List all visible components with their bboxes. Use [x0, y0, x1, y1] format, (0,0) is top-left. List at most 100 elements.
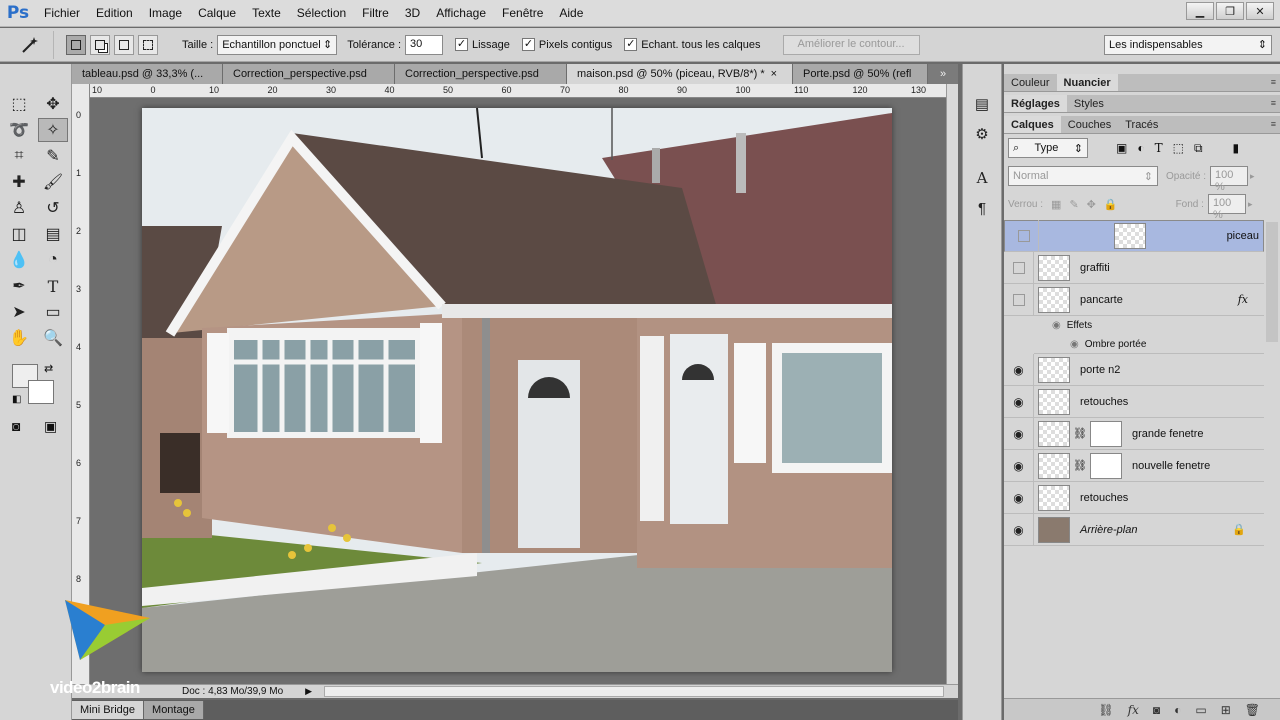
tolerance-input[interactable]: 30 — [405, 34, 443, 55]
layer-row[interactable]: ◉ retouches — [1004, 481, 1264, 514]
shape-tool-icon[interactable]: ▭ — [38, 300, 68, 324]
panel-menu-icon[interactable]: ≡ — [1271, 77, 1276, 87]
new-adjustment-icon[interactable]: ◐ — [1174, 703, 1181, 717]
adjustment-filter-icon[interactable]: ◐ — [1137, 141, 1144, 155]
marquee-tool-icon[interactable]: ⬚ — [4, 92, 34, 116]
history-panel-icon[interactable]: ▤ — [967, 92, 997, 116]
eyedropper-tool-icon[interactable]: ✎ — [38, 144, 68, 168]
layer-mask-thumbnail[interactable] — [1089, 420, 1122, 447]
doc-tab[interactable]: Porte.psd @ 50% (refl — [793, 64, 928, 84]
horizontal-scrollbar[interactable] — [324, 686, 945, 697]
size-select[interactable]: Echantillon ponctuel ⇕ — [217, 34, 338, 55]
panel-menu-icon[interactable]: ≡ — [1271, 119, 1276, 129]
crop-tool-icon[interactable]: ⌗ — [4, 144, 34, 168]
tool-preset-picker[interactable] — [6, 30, 54, 59]
doc-tab[interactable]: tableau.psd @ 33,3% (... — [72, 64, 223, 84]
shape-filter-icon[interactable]: ⬚ — [1173, 141, 1184, 155]
new-selection-button[interactable] — [66, 34, 86, 55]
menu-edition[interactable]: Edition — [88, 0, 141, 27]
layer-mask-thumbnail[interactable] — [1089, 452, 1122, 479]
tab-mini-bridge[interactable]: Mini Bridge — [72, 701, 145, 719]
paragraph-panel-icon[interactable]: ¶ — [967, 196, 997, 220]
panel-menu-icon[interactable]: ≡ — [1271, 98, 1276, 108]
visibility-toggle[interactable] — [1004, 283, 1034, 316]
visibility-toggle[interactable] — [1004, 251, 1034, 284]
fx-icon[interactable]: fx — [1238, 293, 1248, 306]
smart-object-filter-icon[interactable]: ⧉ — [1194, 141, 1203, 156]
visibility-toggle[interactable] — [1009, 220, 1039, 252]
lock-all-icon[interactable]: 🔒 — [1104, 198, 1118, 211]
doc-tab[interactable]: Correction_perspective.psd — [223, 64, 395, 84]
house-photo[interactable] — [142, 108, 892, 672]
tab-reglages[interactable]: Réglages — [1004, 95, 1067, 112]
menu-affichage[interactable]: Affichage — [428, 0, 494, 27]
menu-3d[interactable]: 3D — [397, 0, 428, 27]
tab-traces[interactable]: Tracés — [1118, 116, 1165, 133]
doc-tab[interactable]: Correction_perspective.psd — [395, 64, 567, 84]
layer-row[interactable]: pancarte fx — [1004, 283, 1264, 316]
layer-row[interactable]: ◉ Arrière-plan 🔒 — [1004, 513, 1264, 546]
vertical-scrollbar[interactable] — [946, 84, 958, 684]
dodge-tool-icon[interactable]: ◔ — [38, 248, 68, 272]
properties-panel-icon[interactable]: ⚙ — [967, 122, 997, 146]
healing-tool-icon[interactable]: ✚ — [4, 170, 34, 194]
history-brush-icon[interactable]: ↺ — [38, 196, 68, 220]
layer-row[interactable]: ◉ ⛓ grande fenetre — [1004, 417, 1264, 450]
add-mask-icon[interactable]: ◙ — [1153, 703, 1160, 717]
restore-button[interactable]: ❐ — [1216, 2, 1244, 20]
opacity-input[interactable]: 100 % — [1210, 166, 1249, 193]
eye-icon[interactable]: ◉ — [1052, 320, 1061, 331]
pixel-filter-icon[interactable]: ▣ — [1116, 141, 1127, 155]
menu-aide[interactable]: Aide — [551, 0, 591, 27]
tab-couches[interactable]: Couches — [1061, 116, 1118, 133]
lock-pixels-icon[interactable]: ✎ — [1069, 198, 1078, 211]
eye-icon[interactable]: ◉ — [1004, 385, 1034, 418]
tab-couleur[interactable]: Couleur — [1004, 74, 1057, 91]
layer-row[interactable]: ◉ ⛓ nouvelle fenetre — [1004, 449, 1264, 482]
eye-icon[interactable]: ◉ — [1004, 449, 1034, 482]
hand-tool-icon[interactable]: ✋ — [4, 326, 34, 350]
close-tab-icon[interactable]: × — [771, 64, 777, 84]
brush-tool-icon[interactable]: 🖌 — [38, 170, 68, 194]
gradient-tool-icon[interactable]: ▤ — [38, 222, 68, 246]
menu-fichier[interactable]: Fichier — [36, 0, 88, 27]
layer-filter-select[interactable]: ⌕ Type ⇕ — [1008, 138, 1088, 158]
fill-arrow-icon[interactable]: ▸ — [1248, 199, 1253, 210]
lock-position-icon[interactable]: ✥ — [1087, 198, 1096, 211]
type-tool-icon[interactable]: T — [38, 274, 68, 298]
tab-styles[interactable]: Styles — [1067, 95, 1111, 112]
stamp-tool-icon[interactable]: ♙ — [4, 196, 34, 220]
fill-input[interactable]: 100 % — [1207, 194, 1246, 221]
subtract-selection-button[interactable] — [114, 34, 134, 55]
zoom-tool-icon[interactable]: 🔍 — [38, 326, 68, 350]
eye-icon[interactable]: ◉ — [1004, 417, 1034, 450]
eye-icon[interactable]: ◉ — [1070, 339, 1079, 350]
doc-tab-active[interactable]: maison.psd @ 50% (piceau, RVB/8*) * × — [567, 64, 793, 84]
lasso-tool-icon[interactable]: ➰ — [4, 118, 34, 142]
type-filter-icon[interactable]: T — [1155, 141, 1163, 155]
blur-tool-icon[interactable]: 💧 — [4, 248, 34, 272]
menu-fenetre[interactable]: Fenêtre — [494, 0, 551, 27]
tab-montage[interactable]: Montage — [144, 701, 204, 719]
layer-row[interactable]: graffiti — [1004, 251, 1264, 284]
menu-filtre[interactable]: Filtre — [354, 0, 397, 27]
screen-mode-icon[interactable]: ▣ — [44, 418, 57, 435]
eye-icon[interactable]: ◉ — [1004, 353, 1034, 386]
tab-nuancier[interactable]: Nuancier — [1056, 74, 1118, 91]
more-tabs-icon[interactable]: » — [928, 64, 958, 84]
intersect-selection-button[interactable] — [138, 34, 158, 55]
close-button[interactable]: ✕ — [1246, 2, 1274, 20]
contiguous-checkbox[interactable]: ✓ Pixels contigus — [521, 38, 612, 51]
link-icon[interactable]: ⛓ — [1073, 427, 1087, 440]
eraser-tool-icon[interactable]: ◫ — [4, 222, 34, 246]
eye-icon[interactable]: ◉ — [1004, 513, 1034, 546]
menu-calque[interactable]: Calque — [190, 0, 244, 27]
default-colors-icon[interactable]: ◧ — [12, 394, 21, 405]
add-style-icon[interactable]: fx — [1128, 703, 1139, 717]
menu-texte[interactable]: Texte — [244, 0, 289, 27]
tab-calques[interactable]: Calques — [1004, 116, 1061, 133]
minimize-button[interactable]: ▁ — [1186, 2, 1214, 20]
magic-wand-tool-icon[interactable]: ✧ — [38, 118, 68, 142]
layer-row[interactable]: ◉ porte n2 — [1004, 353, 1264, 386]
antialias-checkbox[interactable]: ✓ Lissage — [455, 38, 510, 51]
